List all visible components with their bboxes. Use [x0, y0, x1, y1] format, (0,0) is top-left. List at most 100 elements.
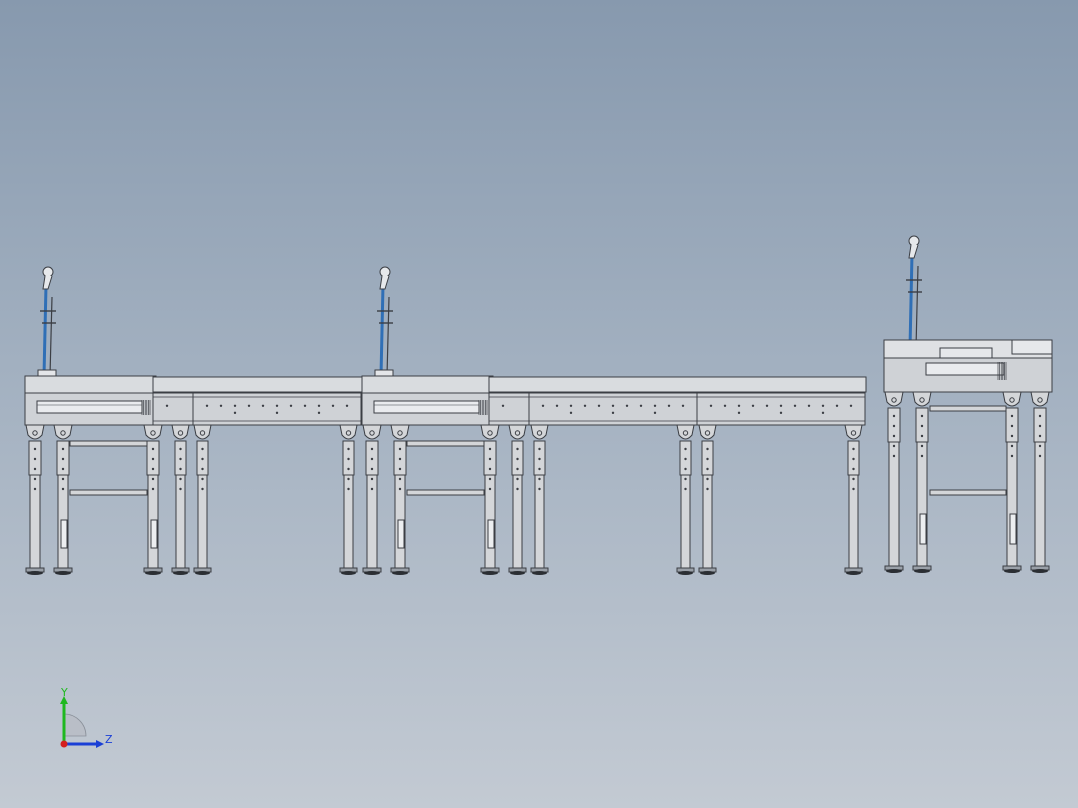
scanner-head	[908, 235, 920, 247]
leg-hole	[684, 487, 687, 491]
leg-hole	[892, 454, 896, 458]
leg-hole	[706, 487, 709, 491]
leg-hole	[201, 487, 204, 491]
leg-slot	[150, 519, 158, 549]
leg-hole	[33, 477, 37, 481]
leg-hole	[538, 457, 541, 461]
beam-hole	[205, 404, 209, 407]
leg-hole	[179, 447, 182, 451]
leg-pad	[532, 571, 547, 575]
leg-hole	[398, 467, 402, 471]
beam-hole	[653, 411, 657, 415]
leg-hole	[538, 447, 541, 451]
leg-hole	[61, 467, 65, 471]
leg-bracket	[143, 424, 163, 440]
beam-hole	[555, 404, 559, 407]
beam-hole	[723, 404, 727, 407]
drive-roller	[373, 400, 480, 414]
scanner-neck	[908, 244, 919, 259]
cad-viewport[interactable]: Y Z	[0, 0, 1078, 808]
beam-hole	[779, 404, 783, 407]
leg-bracket	[193, 424, 212, 440]
beam-hole	[765, 404, 769, 407]
leg-hole	[61, 457, 65, 461]
beam-hole	[625, 404, 629, 407]
leg-hole	[538, 467, 541, 471]
support-leg	[508, 424, 527, 575]
beam-hole	[807, 404, 811, 407]
leg-hole	[201, 477, 204, 481]
beam-hole	[821, 411, 825, 415]
z-arrow-icon	[96, 740, 104, 748]
leg-hole	[347, 477, 350, 481]
beam-hole	[275, 411, 279, 415]
leg-hole	[920, 424, 924, 428]
upper-rail	[24, 375, 157, 394]
leg-hole	[201, 457, 204, 461]
support-leg	[844, 424, 863, 575]
leg-hole	[516, 487, 519, 491]
leg-bracket	[171, 424, 190, 440]
leg-hole	[179, 487, 182, 491]
beam-hole	[219, 404, 223, 407]
leg-bracket	[53, 424, 73, 440]
scanner-stand	[903, 235, 923, 357]
scanner-head	[42, 266, 54, 278]
conveyor-line-1	[24, 266, 365, 575]
leg-pad	[482, 571, 498, 575]
beam-hole	[583, 404, 587, 407]
leg-hole	[398, 447, 402, 451]
scanner-neck	[379, 275, 390, 290]
leg-hole	[370, 477, 374, 481]
leg-hole	[684, 457, 687, 461]
leg-hole	[1038, 434, 1042, 438]
beam-hole	[247, 404, 251, 407]
beam-hole	[681, 404, 685, 407]
leg-hole	[179, 477, 182, 481]
support-leg	[884, 391, 904, 573]
leg-hole	[892, 424, 896, 428]
leg-hole	[852, 487, 855, 491]
leg-pad	[510, 571, 525, 575]
leg-hole	[852, 447, 855, 451]
leg-bracket	[844, 424, 863, 440]
leg-bracket	[676, 424, 695, 440]
leg-slot	[60, 519, 68, 549]
triad-plane	[63, 713, 87, 737]
support-leg	[53, 424, 73, 575]
beam-hole	[317, 404, 321, 407]
conveyor-line-3	[883, 235, 1053, 573]
conveyor-top-rail	[488, 376, 867, 393]
scanner-pole	[379, 284, 385, 377]
leg-hole	[684, 467, 687, 471]
leg-pad	[846, 571, 861, 575]
support-leg	[698, 424, 717, 575]
leg-bracket	[530, 424, 549, 440]
leg-hole	[538, 487, 541, 491]
leg-hole	[370, 447, 374, 451]
cross-brace	[69, 489, 148, 496]
leg-hole	[1038, 454, 1042, 458]
leg-slot	[487, 519, 495, 549]
scanner-pole	[42, 284, 48, 377]
beam-hole	[737, 411, 741, 415]
scanner-rod	[49, 296, 53, 377]
leg-bracket	[480, 424, 500, 440]
z-axis-label: Z	[105, 733, 113, 746]
leg-pad	[886, 569, 902, 573]
drive-roller	[36, 400, 143, 414]
leg-hole	[179, 467, 182, 471]
leg-hole	[370, 457, 374, 461]
leg-hole	[706, 447, 709, 451]
y-axis-label: Y	[60, 688, 68, 699]
leg-hole	[892, 444, 896, 448]
leg-hole	[201, 447, 204, 451]
beam-hole	[597, 404, 601, 407]
frame-beam	[696, 392, 866, 426]
leg-hole	[179, 457, 182, 461]
cross-brace	[406, 489, 485, 496]
leg-hole	[61, 477, 65, 481]
end-cap	[1011, 339, 1053, 355]
support-leg	[676, 424, 695, 575]
leg-hole	[347, 467, 350, 471]
